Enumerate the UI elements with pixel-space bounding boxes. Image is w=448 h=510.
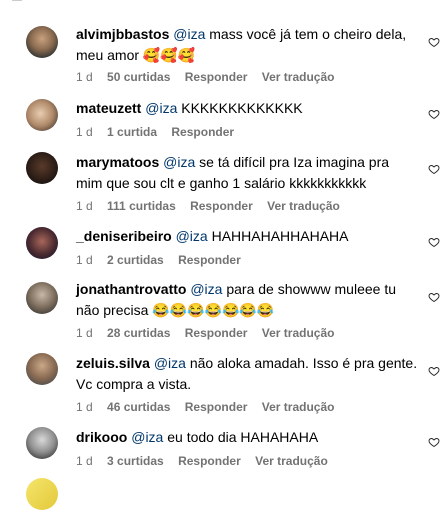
avatar[interactable] [26,478,58,510]
username[interactable]: marymatoos [76,154,159,170]
divider [12,0,22,1]
timestamp: 1 d [76,199,93,213]
heart-outline-icon[interactable] [428,291,440,303]
username[interactable]: mateuzett [76,100,141,116]
mention-link[interactable]: @iza [190,281,222,297]
reply-button[interactable]: Responder [185,400,248,414]
translate-button[interactable]: Ver tradução [262,70,335,84]
likes-count[interactable]: 46 curtidas [107,400,170,414]
likes-count[interactable]: 111 curtidas [107,199,176,213]
likes-count[interactable]: 28 curtidas [107,326,170,340]
timestamp: 1 d [76,125,93,139]
likes-count[interactable]: 50 curtidas [107,70,170,84]
mention-link[interactable]: @iza [163,154,195,170]
timestamp: 1 d [76,326,93,340]
username[interactable]: jonathantrovatto [76,281,186,297]
username[interactable]: drikooo [76,429,127,445]
translate-button[interactable]: Ver tradução [255,454,328,468]
likes-count[interactable]: 2 curtidas [107,253,164,267]
avatar[interactable] [26,99,58,131]
heart-outline-icon[interactable] [428,108,440,120]
avatar[interactable] [26,427,58,459]
avatar[interactable] [26,282,58,314]
heart-outline-icon[interactable] [428,365,440,377]
heart-outline-icon[interactable] [428,36,440,48]
mention-link[interactable]: @iza [173,26,205,42]
timestamp: 1 d [76,70,93,84]
translate-button[interactable]: Ver tradução [267,199,340,213]
timestamp: 1 d [76,253,93,267]
mention-link[interactable]: @iza [131,429,163,445]
avatar[interactable] [26,353,58,385]
username[interactable]: alvimjbbastos [76,26,169,42]
comment-text: HAHHAHAHHAHAHA [207,228,349,244]
username[interactable]: zeluis.silva [76,355,150,371]
reply-button[interactable]: Responder [185,70,248,84]
heart-outline-icon[interactable] [428,236,440,248]
translate-button[interactable]: Ver tradução [262,400,335,414]
likes-count[interactable]: 3 curtidas [107,454,164,468]
heart-outline-icon[interactable] [428,163,440,175]
avatar[interactable] [26,227,58,259]
mention-link[interactable]: @iza [176,228,208,244]
likes-count[interactable]: 1 curtida [107,125,157,139]
reply-button[interactable]: Responder [190,199,253,213]
translate-button[interactable]: Ver tradução [262,326,335,340]
mention-link[interactable]: @iza [145,100,177,116]
timestamp: 1 d [76,400,93,414]
username[interactable]: _deniseribeiro [76,228,172,244]
avatar[interactable] [26,26,58,58]
reply-button[interactable]: Responder [185,326,248,340]
heart-outline-icon[interactable] [428,436,440,448]
reply-button[interactable]: Responder [171,125,234,139]
comment-text: KKKKKKKKKKKKK [177,100,303,116]
timestamp: 1 d [76,454,93,468]
comment-text: eu todo dia HAHAHAHA [163,429,319,445]
mention-link[interactable]: @iza [154,355,186,371]
reply-button[interactable]: Responder [178,454,241,468]
avatar[interactable] [26,152,58,184]
reply-button[interactable]: Responder [178,253,241,267]
